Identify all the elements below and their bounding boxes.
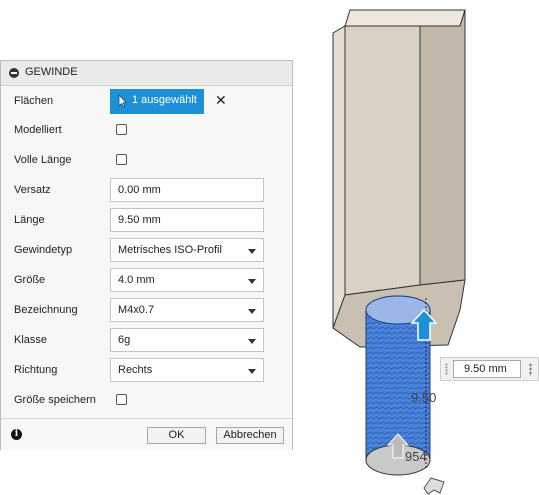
class-value: 6g	[118, 334, 131, 346]
offset-input[interactable]: 0.00 mm	[110, 178, 264, 202]
size-label: Größe	[14, 274, 46, 286]
caret-down-icon	[248, 369, 256, 374]
thread-type-label: Gewindetyp	[14, 244, 73, 256]
info-icon[interactable]: i	[11, 429, 22, 440]
designation-label: Bezeichnung	[14, 304, 78, 316]
full-length-checkbox[interactable]	[116, 154, 127, 165]
offset-label: Versatz	[14, 184, 51, 196]
offset-value: 0.00 mm	[118, 184, 161, 196]
direction-label: Richtung	[14, 364, 58, 376]
modeled-label: Modelliert	[14, 124, 62, 136]
direction-value: Rechts	[118, 364, 153, 376]
dialog-header: GEWINDE	[1, 61, 292, 86]
diameter-label: 954	[405, 449, 427, 464]
dialog-title: GEWINDE	[25, 66, 78, 78]
direction-dropdown[interactable]: Rechts	[110, 358, 264, 382]
size-dropdown[interactable]: 4.0 mm	[110, 268, 264, 292]
grip-icon[interactable]	[445, 363, 448, 375]
ok-button[interactable]: OK	[147, 427, 206, 444]
faces-label: Flächen	[14, 95, 54, 107]
save-size-label: Größe speichern	[14, 394, 96, 406]
length-label: Länge	[14, 214, 45, 226]
save-size-checkbox[interactable]	[116, 394, 127, 405]
thread-type-dropdown[interactable]: Metrisches ISO-Profil	[110, 238, 264, 262]
length-field[interactable]: 9.50 mm	[110, 208, 264, 232]
clear-icon[interactable]: ✕	[215, 92, 227, 108]
caret-down-icon	[248, 249, 256, 254]
modeled-checkbox[interactable]	[116, 124, 127, 135]
length-value: 9.50 mm	[118, 214, 161, 226]
designation-dropdown[interactable]: M4x0.7	[110, 298, 264, 322]
dialog-footer: i OK Abbrechen	[1, 418, 292, 450]
cancel-button[interactable]: Abbrechen	[216, 427, 284, 444]
designation-value: M4x0.7	[118, 304, 155, 316]
full-length-label: Volle Länge	[14, 154, 72, 166]
class-label: Klasse	[14, 334, 48, 346]
faces-select-label: 1 ausgewählt	[132, 94, 197, 106]
menu-dots-icon[interactable]	[529, 363, 532, 376]
length-input-box: 9.50 mm	[440, 357, 539, 381]
dimension-label: 9.50	[411, 390, 436, 405]
size-value: 4.0 mm	[118, 274, 155, 286]
caret-down-icon	[248, 279, 256, 284]
cursor-icon	[118, 94, 127, 108]
thread-dialog: GEWINDE Flächen 1 ausgewählt ✕ Modellier…	[0, 60, 293, 450]
thread-type-value: Metrisches ISO-Profil	[118, 244, 222, 256]
length-input-value: 9.50 mm	[464, 363, 507, 375]
caret-down-icon	[248, 309, 256, 314]
class-dropdown[interactable]: 6g	[110, 328, 264, 352]
caret-down-icon	[248, 339, 256, 344]
length-input[interactable]: 9.50 mm	[453, 360, 521, 378]
faces-select-button[interactable]: 1 ausgewählt	[110, 89, 204, 114]
collapse-icon[interactable]	[9, 68, 19, 78]
